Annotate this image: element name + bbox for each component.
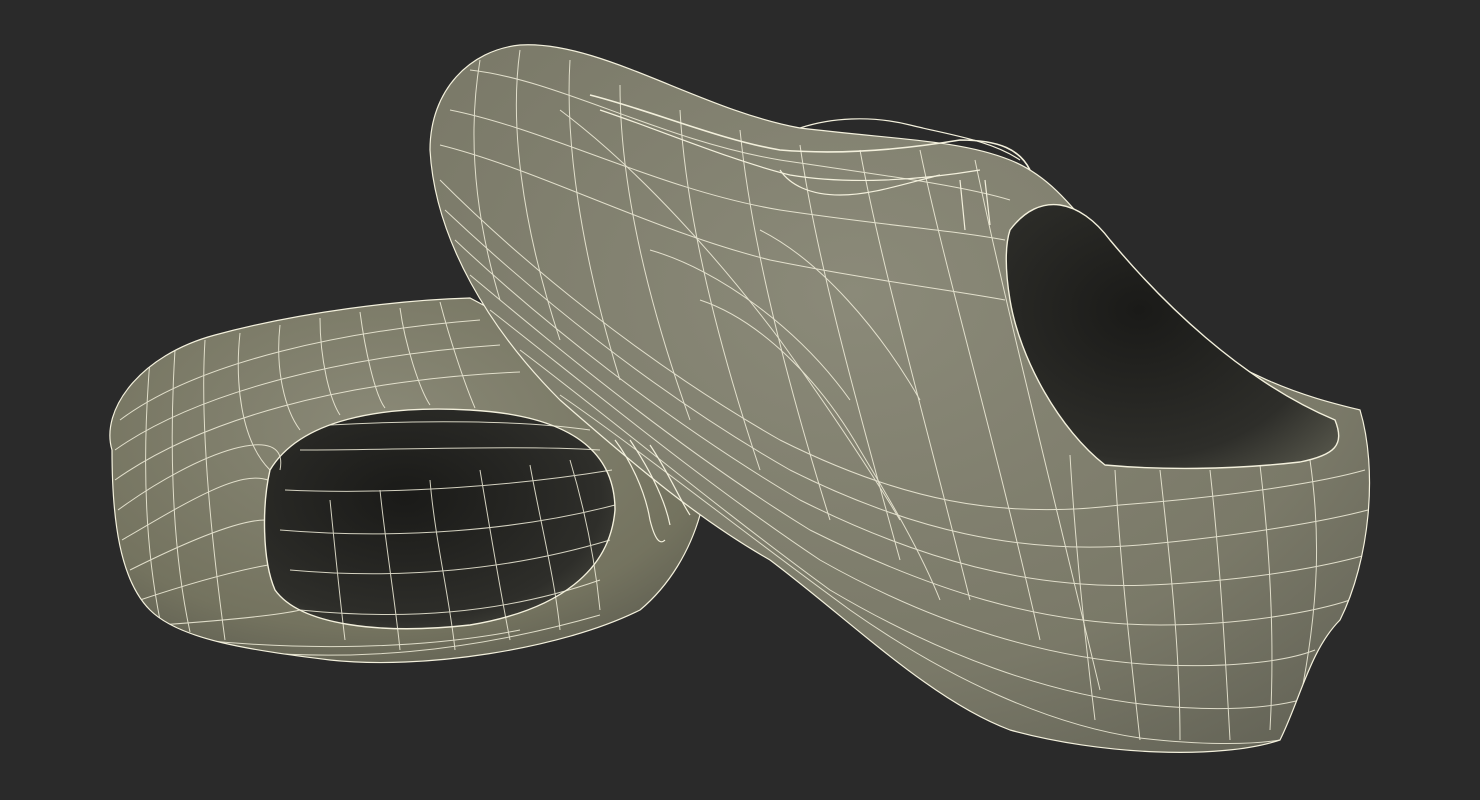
right-clog bbox=[429, 44, 1371, 753]
render-canvas bbox=[109, 44, 1371, 753]
render-viewport bbox=[0, 0, 1480, 800]
